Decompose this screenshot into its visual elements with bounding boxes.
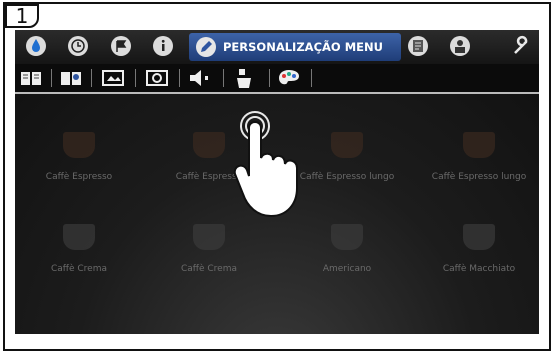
tab-personalizacao-menu[interactable]: PERSONALIZAÇÃO MENU xyxy=(189,33,401,61)
document-icon[interactable] xyxy=(407,35,429,57)
drink-cup-icon xyxy=(63,224,95,250)
top-menu-bar: PERSONALIZAÇÃO MENU xyxy=(15,30,539,64)
drink-name: Americano xyxy=(322,264,372,274)
info-icon[interactable] xyxy=(152,35,174,57)
book-icon[interactable] xyxy=(19,68,43,88)
drink-cup-icon xyxy=(193,224,225,250)
flag-icon[interactable] xyxy=(110,35,132,57)
drink-name: Caffè Espresso xyxy=(45,172,113,182)
drink-cup-icon xyxy=(331,132,363,158)
palette-icon[interactable] xyxy=(277,68,301,88)
drink-cup-icon xyxy=(463,132,495,158)
water-drop-icon[interactable] xyxy=(25,35,47,57)
drink-name: Caffè Crema xyxy=(180,264,237,274)
drink-tile[interactable]: Caffè Macchiato xyxy=(419,212,539,296)
drink-cup-icon xyxy=(331,224,363,250)
pointing-hand-icon xyxy=(225,108,315,218)
image-icon[interactable] xyxy=(101,68,125,88)
sub-menu-bar xyxy=(15,64,539,94)
machine-screen: PERSONALIZAÇÃO MENU Caffè Espresso Caffè… xyxy=(15,30,539,334)
cup-dispenser-icon[interactable] xyxy=(233,68,257,88)
separator xyxy=(91,69,92,87)
book-person-icon[interactable] xyxy=(59,68,83,88)
drink-tile[interactable]: Caffè Crema xyxy=(19,212,139,296)
drink-cup-icon xyxy=(63,132,95,158)
clock-icon[interactable] xyxy=(67,35,89,57)
user-lock-icon[interactable] xyxy=(449,35,471,57)
step-number-badge: 1 xyxy=(5,4,39,28)
drink-tile[interactable]: Caffè Crema xyxy=(149,212,269,296)
drink-tile[interactable]: Americano xyxy=(287,212,407,296)
separator xyxy=(223,69,224,87)
pencil-icon xyxy=(195,36,217,62)
tab-label: PERSONALIZAÇÃO MENU xyxy=(223,40,383,54)
separator xyxy=(179,69,180,87)
drink-tile[interactable]: Caffè Espresso lungo xyxy=(419,120,539,204)
wrench-icon[interactable] xyxy=(510,35,532,57)
separator xyxy=(135,69,136,87)
drink-cup-icon xyxy=(193,132,225,158)
drink-name: Caffè Crema xyxy=(50,264,107,274)
speaker-icon[interactable] xyxy=(187,68,213,88)
drink-name: Caffè Macchiato xyxy=(442,264,516,274)
separator xyxy=(51,69,52,87)
separator xyxy=(311,69,312,87)
drink-name: Caffè Espresso lungo xyxy=(431,172,527,182)
drink-cup-icon xyxy=(463,224,495,250)
drink-tile[interactable]: Caffè Espresso xyxy=(19,120,139,204)
camera-icon[interactable] xyxy=(145,68,169,88)
screen-bottom-area xyxy=(15,334,539,348)
separator xyxy=(269,69,270,87)
